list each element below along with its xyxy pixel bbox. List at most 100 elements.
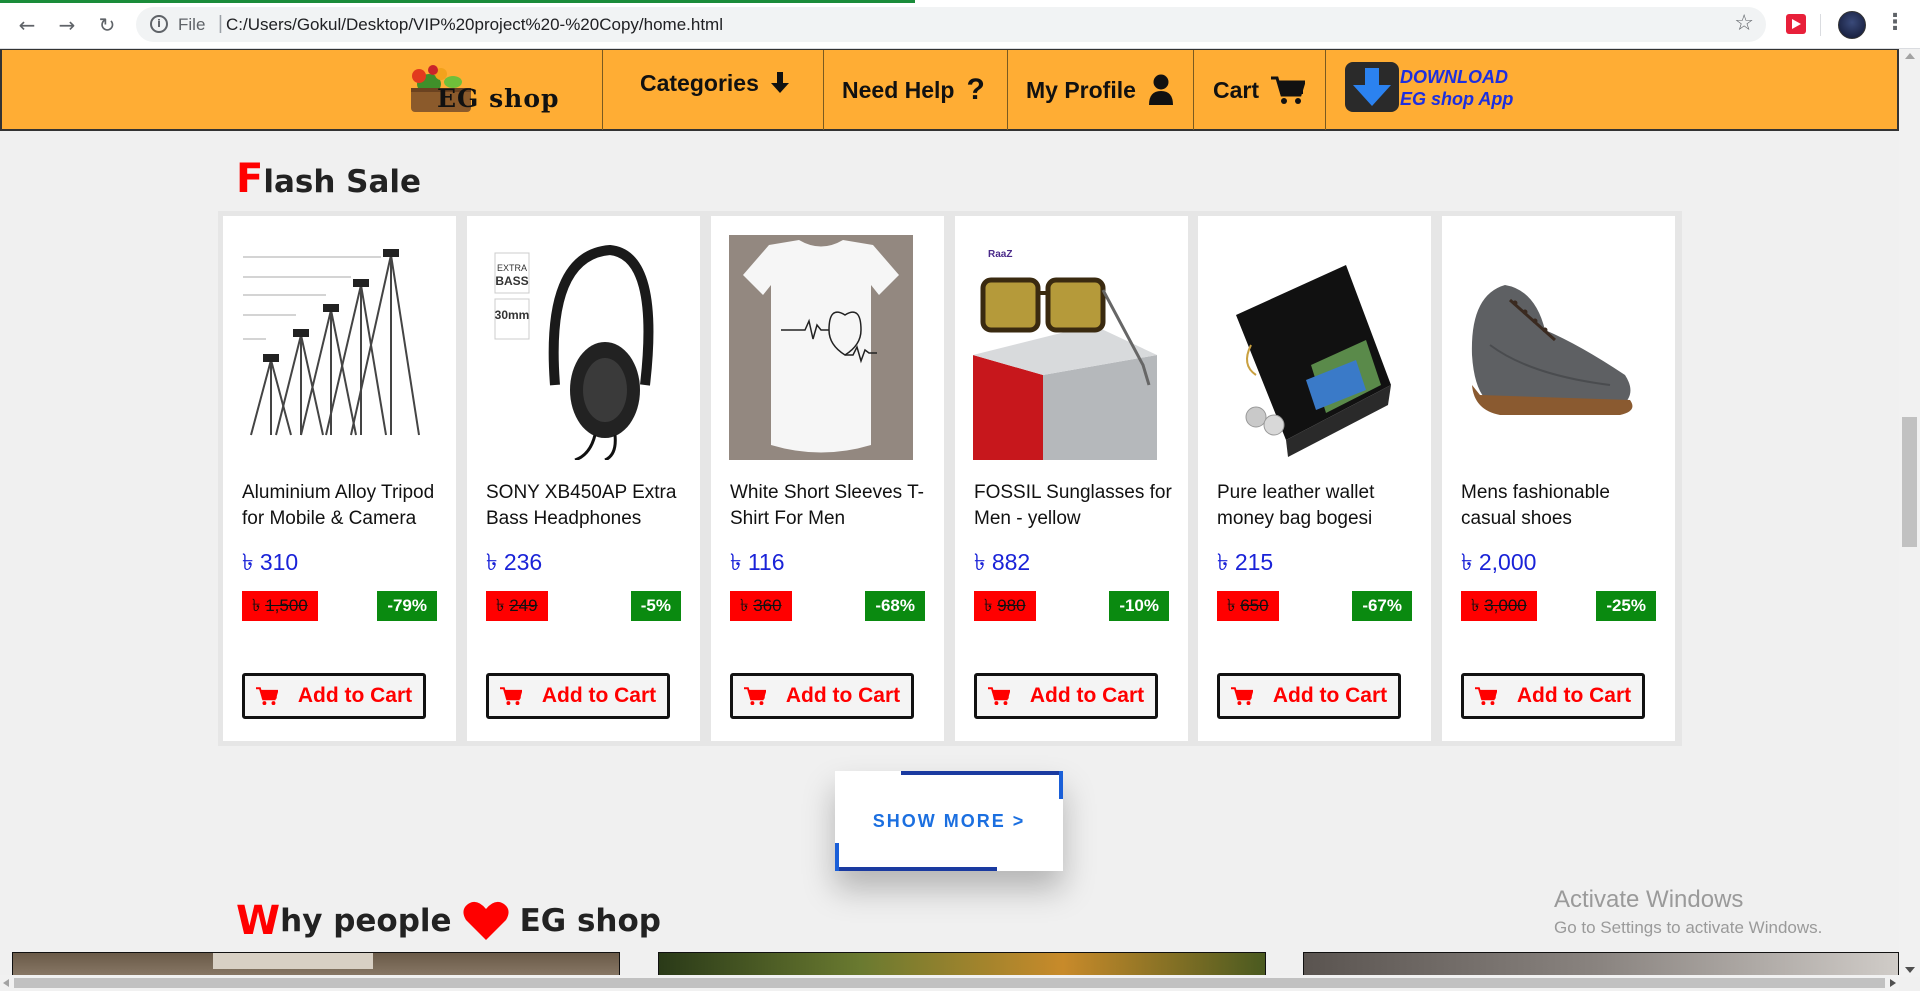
product-image-tripod[interactable] bbox=[241, 235, 425, 460]
old-price-badge: ৳ 3,000 bbox=[1461, 591, 1537, 621]
product-image-headphones[interactable]: EXTRA BASS 30mm bbox=[485, 235, 669, 460]
nav-divider bbox=[1007, 50, 1008, 130]
logo-text: EG shop bbox=[437, 84, 560, 113]
add-to-cart-button[interactable]: Add to Cart bbox=[486, 673, 670, 719]
add-to-cart-button[interactable]: Add to Cart bbox=[242, 673, 426, 719]
cart-icon bbox=[743, 687, 766, 706]
add-to-cart-button[interactable]: Add to Cart bbox=[730, 673, 914, 719]
need-help-label: Need Help bbox=[842, 76, 955, 103]
horizontal-scrollbar[interactable] bbox=[0, 975, 1899, 991]
my-profile-label: My Profile bbox=[1026, 76, 1136, 103]
add-to-cart-label: Add to Cart bbox=[1272, 684, 1388, 707]
reload-icon[interactable]: ↻ bbox=[94, 12, 120, 38]
vertical-scroll-thumb[interactable] bbox=[1902, 417, 1917, 547]
flash-sale-title-initial: F bbox=[236, 156, 264, 202]
file-label: File bbox=[178, 15, 206, 34]
flash-sale-title: Flash Sale bbox=[236, 156, 421, 202]
menu-kebab-icon[interactable]: ⋮ bbox=[1884, 10, 1906, 35]
old-price-amount: 1,500 bbox=[265, 596, 308, 615]
address-bar[interactable]: i File | C:/Users/Gokul/Desktop/VIP%20pr… bbox=[136, 7, 1766, 42]
old-price-amount: 650 bbox=[1240, 596, 1269, 615]
product-card[interactable]: Aluminium Alloy Tripod for Mobile & Came… bbox=[223, 216, 456, 741]
old-price-badge: ৳ 650 bbox=[1217, 591, 1279, 621]
cart-icon bbox=[1271, 75, 1306, 105]
arrow-down-icon bbox=[770, 72, 789, 94]
show-more-button[interactable]: SHOW MORE > bbox=[835, 771, 1063, 871]
nav-divider bbox=[602, 50, 603, 130]
add-to-cart-label: Add to Cart bbox=[785, 684, 901, 707]
discount-badge: -79% bbox=[377, 591, 437, 621]
why-title-middle: hy people bbox=[280, 903, 452, 939]
nav-divider bbox=[1193, 50, 1194, 130]
why-title-end: EG shop bbox=[519, 903, 661, 939]
currency-symbol: ৳ bbox=[984, 596, 993, 615]
product-image-shoes[interactable] bbox=[1460, 235, 1644, 460]
question-icon: ? bbox=[966, 73, 985, 106]
why-section-title: W hy people EG shop bbox=[236, 898, 661, 944]
download-app-link[interactable]: DOWNLOAD EG shop App bbox=[1400, 66, 1513, 110]
extension-icon[interactable] bbox=[1786, 14, 1806, 34]
download-arrow-icon[interactable] bbox=[1345, 62, 1399, 112]
scroll-right-icon[interactable] bbox=[1890, 979, 1896, 987]
flash-sale-title-rest: lash Sale bbox=[263, 164, 422, 200]
scroll-down-icon[interactable] bbox=[1905, 967, 1915, 973]
nav-categories[interactable]: Categories bbox=[640, 43, 789, 123]
download-line1: DOWNLOAD bbox=[1400, 67, 1508, 87]
add-to-cart-label: Add to Cart bbox=[541, 684, 657, 707]
url-text[interactable]: C:/Users/Gokul/Desktop/VIP%20project%20-… bbox=[226, 15, 723, 35]
scroll-left-icon[interactable] bbox=[3, 979, 9, 987]
activate-windows-notice: Activate Windows Go to Settings to activ… bbox=[1554, 886, 1822, 938]
product-name[interactable]: FOSSIL Sunglasses for Men - yellow bbox=[974, 480, 1174, 532]
bookmark-star-icon[interactable]: ☆ bbox=[1734, 11, 1754, 36]
add-to-cart-button[interactable]: Add to Cart bbox=[974, 673, 1158, 719]
add-to-cart-label: Add to Cart bbox=[1516, 684, 1632, 707]
discount-badge: -10% bbox=[1109, 591, 1169, 621]
product-name[interactable]: Mens fashionable casual shoes bbox=[1461, 480, 1661, 532]
product-card[interactable]: Pure leather wallet money bag bogesi ৳ 2… bbox=[1198, 216, 1431, 741]
site-logo[interactable]: EG shop bbox=[407, 62, 582, 118]
product-name[interactable]: White Short Sleeves T-Shirt For Men bbox=[730, 480, 930, 532]
currency-symbol: ৳ bbox=[740, 596, 749, 615]
product-card[interactable]: Mens fashionable casual shoes ৳ 2,000 ৳ … bbox=[1442, 216, 1675, 741]
forward-icon[interactable]: → bbox=[54, 12, 80, 38]
old-price-badge: ৳ 360 bbox=[730, 591, 792, 621]
product-name[interactable]: Pure leather wallet money bag bogesi bbox=[1217, 480, 1417, 532]
product-image-wallet[interactable] bbox=[1216, 235, 1400, 460]
nav-divider bbox=[1325, 50, 1326, 130]
cart-icon bbox=[499, 687, 522, 706]
info-icon[interactable]: i bbox=[150, 15, 168, 33]
discount-badge: -68% bbox=[865, 591, 925, 621]
product-price: ৳ 236 bbox=[486, 549, 543, 575]
product-image-tshirt[interactable] bbox=[729, 235, 913, 460]
vertical-scrollbar[interactable] bbox=[1899, 49, 1920, 977]
product-card[interactable]: EXTRA BASS 30mm SONY XB450AP Extra Bass … bbox=[467, 216, 700, 741]
product-name[interactable]: Aluminium Alloy Tripod for Mobile & Came… bbox=[242, 480, 442, 532]
old-price-amount: 980 bbox=[997, 596, 1026, 615]
categories-label: Categories bbox=[640, 69, 759, 96]
browser-toolbar: ← → ↻ i File | C:/Users/Gokul/Desktop/VI… bbox=[0, 0, 1920, 49]
cart-icon bbox=[1230, 687, 1253, 706]
currency-symbol: ৳ bbox=[252, 596, 261, 615]
cart-icon bbox=[1474, 687, 1497, 706]
product-price: ৳ 116 bbox=[730, 549, 785, 575]
nav-need-help[interactable]: Need Help ? bbox=[842, 50, 985, 130]
add-to-cart-button[interactable]: Add to Cart bbox=[1461, 673, 1645, 719]
old-price-badge: ৳ 980 bbox=[974, 591, 1036, 621]
product-image-sunglasses[interactable]: RaaZ bbox=[973, 235, 1157, 460]
add-to-cart-button[interactable]: Add to Cart bbox=[1217, 673, 1401, 719]
product-card[interactable]: White Short Sleeves T-Shirt For Men ৳ 11… bbox=[711, 216, 944, 741]
product-card[interactable]: RaaZ FOSSIL Sunglasses for Men - yellow … bbox=[955, 216, 1188, 741]
scroll-up-icon[interactable] bbox=[1905, 53, 1915, 59]
nav-cart[interactable]: Cart bbox=[1213, 50, 1306, 130]
user-icon bbox=[1148, 74, 1174, 106]
nav-my-profile[interactable]: My Profile bbox=[1026, 50, 1174, 130]
horizontal-scroll-thumb[interactable] bbox=[14, 978, 1885, 988]
product-price: ৳ 2,000 bbox=[1461, 549, 1537, 575]
back-icon[interactable]: ← bbox=[14, 12, 40, 38]
product-name[interactable]: SONY XB450AP Extra Bass Headphones bbox=[486, 480, 686, 532]
product-price: ৳ 310 bbox=[242, 549, 299, 575]
heart-icon bbox=[462, 901, 509, 940]
download-line2: EG shop App bbox=[1400, 89, 1514, 109]
profile-avatar[interactable] bbox=[1838, 11, 1866, 39]
show-more-label: SHOW MORE > bbox=[872, 810, 1026, 831]
